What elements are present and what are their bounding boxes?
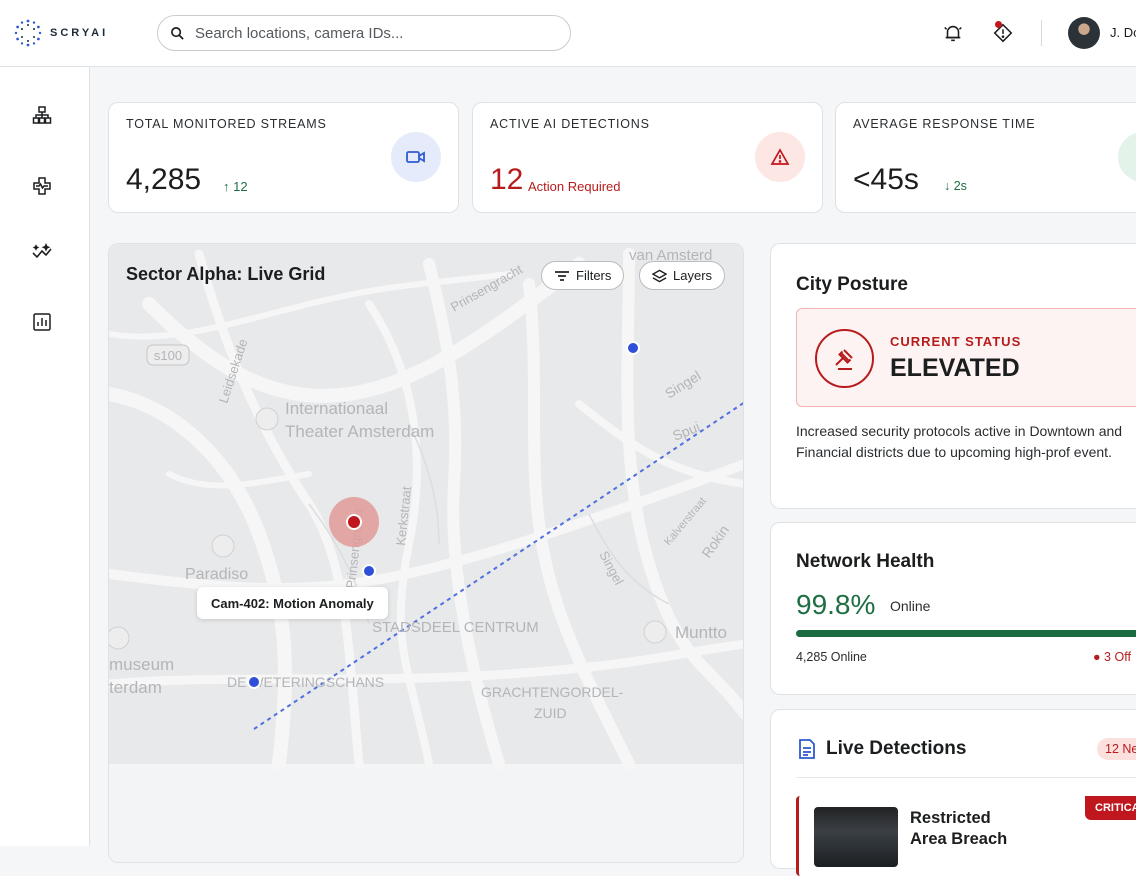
stat-delta-value: 12 [233,179,248,194]
search-input[interactable] [195,24,555,42]
stat-card-response-time: AVERAGE RESPONSE TIME <45s ↓ 2s [835,102,1136,213]
status-box: CURRENT STATUS ELEVATED [796,308,1136,407]
avatar[interactable] [1068,17,1100,49]
notification-dot [995,21,1002,28]
stat-delta: ↓ 2s [944,179,967,193]
map-label-muntto: Muntto [675,623,727,642]
filter-icon [555,270,569,281]
sidebar-item-health[interactable] [30,174,54,198]
health-title: Network Health [796,551,935,572]
health-suffix: Online [890,598,931,614]
stat-value: 4,285 [126,163,202,196]
map-label-theater-2: Theater Amsterdam [285,422,434,441]
clock-icon [1118,132,1136,182]
stat-value: <45s [853,163,919,196]
camera-pin[interactable] [247,675,261,689]
offline-count[interactable]: ● 3 Off [1093,650,1131,664]
top-bar: SCRYAI J. Do [0,0,1136,67]
layers-label: Layers [673,268,713,283]
live-grid-map[interactable]: Prinsengracht van Amsterd Leidsekade Int… [108,243,744,863]
stat-label: AVERAGE RESPONSE TIME [853,117,1036,131]
layers-button[interactable]: Layers [639,261,726,290]
detection-thumbnail [814,807,898,867]
map-label-terdam: terdam [109,678,162,697]
map-label-museum: museum [109,655,174,674]
filters-label: Filters [576,268,612,283]
map-label-zuid: ZUID [534,705,567,721]
status-value: ELEVATED [890,354,1020,382]
stat-icon-badge [755,132,805,182]
posture-title: City Posture [796,274,908,295]
museum-icon [109,626,130,650]
alert-diamond-icon[interactable] [990,20,1016,46]
health-value: 99.8% [796,589,876,620]
online-count: 4,285 Online [796,650,867,664]
theater-icon [255,407,279,431]
live-detections-card: Live Detections 12 Ne Restricted Area Br… [770,709,1136,876]
detection-item[interactable]: Restricted Area Breach CRITICA [796,796,1136,876]
sparkle-trend-icon [32,243,52,259]
offline-text: 3 Off [1104,650,1131,664]
app-logo[interactable]: SCRYAI [14,19,108,47]
stat-card-streams: TOTAL MONITORED STREAMS 4,285 ↑ 12 [108,102,459,213]
stat-card-detections: ACTIVE AI DETECTIONS 12 Action Required [472,102,823,213]
camera-tooltip: Cam-402: Motion Anomaly [197,587,388,619]
detections-title: Live Detections [826,738,967,759]
logo-icon [14,19,42,47]
health-progress-fill [796,630,1136,637]
stat-delta-value: 2s [953,179,967,193]
video-camera-icon [406,151,425,163]
stat-label: TOTAL MONITORED STREAMS [126,117,327,131]
gavel-icon [815,329,874,388]
sidebar-item-analytics[interactable] [30,241,54,265]
stat-note: Action Required [528,179,621,194]
theater-icon [211,534,235,558]
posture-description: Increased security protocols active in D… [796,423,1123,460]
map-label-theater-1: Internationaal [285,399,388,418]
map-label-grachtengordel: GRACHTENGORDEL- [481,684,624,700]
stat-icon-badge [391,132,441,182]
road-shield-label: s100 [154,348,182,363]
camera-pin-alert[interactable] [346,514,362,530]
bar-chart-icon [33,313,51,331]
camera-pin[interactable] [626,341,640,355]
warning-triangle-icon [770,148,790,165]
map-canvas[interactable]: Prinsengracht van Amsterd Leidsekade Int… [109,244,744,863]
stat-label: ACTIVE AI DETECTIONS [490,117,650,131]
sidebar-item-hierarchy[interactable] [30,103,54,127]
arrow-down-icon: ↓ [944,179,951,193]
user-name[interactable]: J. Do [1110,25,1136,40]
alarm-bell-icon[interactable] [940,20,966,46]
medical-cross-icon [33,177,51,195]
stat-delta: ↑ 12 [223,179,248,194]
search-icon [171,26,184,40]
divider [796,777,1136,778]
map-label-stadsdeel: STADSDEEL CENTRUM [372,619,539,636]
city-posture-card: City Posture CURRENT STATUS ELEVATED Inc… [770,243,1136,509]
filters-button[interactable]: Filters [541,261,625,290]
sidebar-item-reports[interactable] [30,310,54,334]
stat-value: 12 [490,163,524,196]
map-title: Sector Alpha: Live Grid [126,264,326,284]
arrow-up-icon: ↑ [223,179,230,194]
sidebar [0,67,90,846]
status-label: CURRENT STATUS [890,334,1022,349]
camera-pin[interactable] [362,564,376,578]
search-bar[interactable] [157,15,571,51]
toolbar-divider [1041,20,1042,46]
detection-title: Restricted Area Breach [910,809,1008,848]
new-count-badge: 12 Ne [1097,738,1136,760]
severity-badge: CRITICA [1085,796,1136,820]
health-progress-bar [796,630,1136,637]
status-dot-icon: ● [1093,650,1101,664]
map-label-paradiso: Paradiso [185,566,248,583]
road-shield-icon: s100 [146,344,190,366]
layers-icon [652,269,667,282]
document-icon [796,738,818,765]
hierarchy-icon [32,106,52,124]
network-health-card: Network Health 99.8% Online 4,285 Online… [770,522,1136,695]
logo-text: SCRYAI [50,27,109,39]
camera-poi-icon [643,620,667,644]
